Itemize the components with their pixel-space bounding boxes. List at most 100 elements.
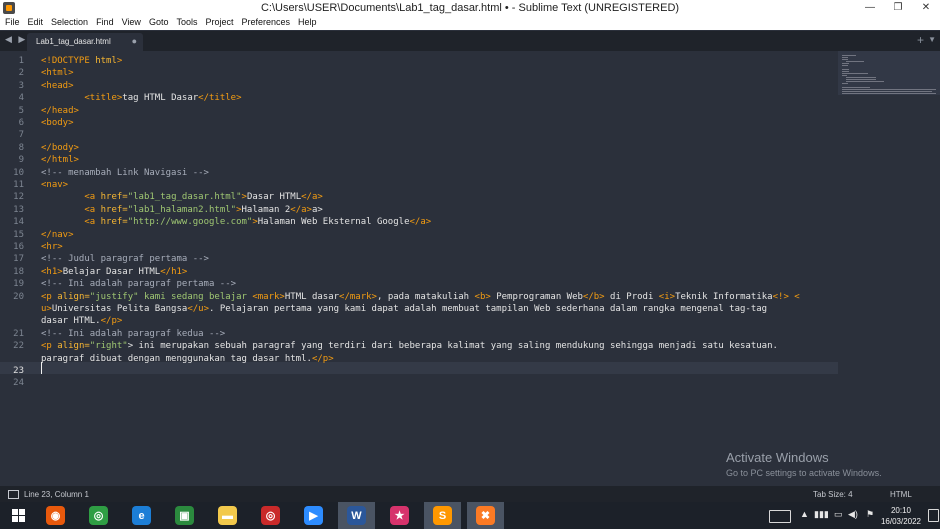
cursor-position[interactable]: Line 23, Column 1	[24, 490, 89, 499]
taskbar-app-firefox[interactable]: ◉	[37, 502, 74, 529]
line-number: 18	[13, 266, 24, 277]
title-bar: C:\Users\USER\Documents\Lab1_tag_dasar.h…	[0, 0, 940, 16]
code-line[interactable]: <a href="lab1_tag_dasar.html">Dasar HTML…	[41, 191, 323, 203]
code-line[interactable]: </body>	[41, 142, 79, 154]
tab-list-chevron-icon[interactable]: ▼	[928, 35, 936, 44]
code-token: href=	[100, 217, 128, 228]
code-line[interactable]: <nav>	[41, 179, 68, 191]
windows-logo-icon	[12, 509, 25, 522]
internet-explorer-icon: e	[132, 506, 151, 525]
code-line[interactable]: dasar HTML.</p>	[41, 315, 122, 327]
battery-icon[interactable]: ▭	[834, 509, 843, 520]
line-number: 20	[13, 291, 24, 302]
code-token: </u>	[187, 304, 209, 314]
menu-file[interactable]: File	[0, 16, 23, 27]
volume-icon[interactable]: ◀)	[848, 509, 858, 520]
taskbar-app-file-explorer[interactable]: ▬	[209, 502, 246, 529]
taskbar-app-word[interactable]: W	[338, 502, 375, 529]
menu-preferences[interactable]: Preferences	[236, 16, 293, 27]
system-clock[interactable]: 20:10 16/03/2022	[877, 505, 925, 527]
code-token: DOCTYPE	[51, 56, 90, 66]
code-token: html	[89, 56, 117, 66]
code-token: <!	[41, 56, 52, 66]
store-icon: ▣	[175, 506, 194, 525]
menu-view[interactable]: View	[117, 16, 144, 27]
taskbar-app-chrome-2[interactable]: ◎	[252, 502, 289, 529]
minimap[interactable]	[838, 51, 940, 95]
code-token: . Pelajaran pertama yang kami dapat adal…	[209, 304, 768, 314]
text-caret	[41, 362, 42, 374]
maximize-button[interactable]: ❐	[884, 0, 912, 16]
tab-size-selector[interactable]: Tab Size: 4	[813, 490, 853, 499]
code-line[interactable]: <!-- Ini adalah paragraf pertama -->	[41, 278, 236, 290]
tab-lab1-tag-dasar[interactable]: Lab1_tag_dasar.html ●	[27, 33, 143, 51]
menu-tools[interactable]: Tools	[171, 16, 200, 27]
taskbar-app-star-app[interactable]: ★	[381, 502, 418, 529]
taskbar-app-internet-explorer[interactable]: e	[123, 502, 160, 529]
code-line[interactable]: <!DOCTYPE html>	[41, 55, 122, 67]
code-token: </mark>	[339, 291, 377, 302]
code-line[interactable]: <p align="justify" kami sedang belajar <…	[41, 291, 800, 303]
taskbar-app-zoom[interactable]: ▶	[295, 502, 332, 529]
taskbar-app-sublime-text[interactable]: S	[424, 502, 461, 529]
code-line[interactable]: </head>	[41, 105, 79, 117]
action-flag-icon[interactable]: ⚑	[866, 509, 874, 520]
code-line[interactable]: <a href="http://www.google.com">Halaman …	[41, 216, 431, 228]
line-number: 8	[18, 142, 24, 153]
code-token: HTML dasar	[284, 291, 340, 302]
menu-goto[interactable]: Goto	[144, 16, 172, 27]
minimize-button[interactable]: —	[856, 0, 884, 16]
window-title: C:\Users\USER\Documents\Lab1_tag_dasar.h…	[260, 2, 680, 14]
menu-edit[interactable]: Edit	[23, 16, 47, 27]
code-token: <p	[41, 341, 58, 352]
code-line[interactable]: <p align="right"> ini merupakan sebuah p…	[41, 340, 778, 352]
code-token: Halaman 2	[241, 204, 291, 215]
code-line[interactable]: <h1>Belajar Dasar HTML</h1>	[41, 266, 187, 278]
code-token: a>	[311, 204, 323, 215]
code-token: </a>	[301, 192, 323, 203]
code-line[interactable]: <!-- menambah Link Navigasi -->	[41, 167, 209, 179]
new-tab-icon[interactable]: +	[917, 33, 924, 47]
taskbar-app-xampp[interactable]: ✖	[467, 502, 504, 529]
tab-nav-arrows-icon[interactable]: ◀ ▶	[5, 34, 27, 45]
code-editor[interactable]: 1 2 3 4 5 6 7 8 9 10 11 12 13 14 15 16 17 18 19 20 21 22 23 24 …	[0, 51, 940, 486]
code-line[interactable]: </nav>	[41, 229, 74, 241]
code-line[interactable]: <html>	[41, 67, 74, 79]
chrome-2-icon: ◎	[261, 506, 280, 525]
code-line[interactable]: paragraf dibuat dengan menggunakan tag d…	[41, 353, 334, 365]
menu-find[interactable]: Find	[91, 16, 117, 27]
sublime-text-icon: S	[433, 506, 452, 525]
code-token: , pada matakuliah	[376, 291, 475, 302]
close-button[interactable]: ✕	[912, 0, 940, 16]
syntax-selector[interactable]: HTML	[890, 490, 912, 499]
menu-project[interactable]: Project	[200, 16, 236, 27]
activate-title: Activate Windows	[726, 450, 829, 465]
code-line[interactable]: u>Universitas Pelita Bangsa</u>. Pelajar…	[41, 303, 767, 315]
code-line[interactable]: <title>tag HTML Dasar</title>	[41, 92, 241, 104]
touch-keyboard-icon[interactable]	[769, 510, 791, 523]
code-token: Teknik Informatika	[675, 291, 773, 302]
menu-selection[interactable]: Selection	[46, 16, 91, 27]
code-token: href=	[100, 204, 128, 215]
tab-dirty-close-icon[interactable]: ●	[132, 36, 137, 46]
code-token: <mark>	[252, 291, 285, 302]
code-line[interactable]: <a href="lab1_halaman2.html">Halaman 2</…	[41, 204, 323, 216]
code-line[interactable]: <head>	[41, 80, 74, 92]
panel-toggle-icon[interactable]	[8, 490, 19, 499]
start-button[interactable]	[0, 502, 37, 529]
taskbar-app-chrome[interactable]: ◎	[80, 502, 117, 529]
code-line[interactable]: <!-- Judul paragraf pertama -->	[41, 253, 209, 265]
notifications-icon[interactable]	[928, 509, 939, 522]
code-line[interactable]: <body>	[41, 117, 74, 129]
tray-overflow-icon[interactable]: ▲	[800, 509, 809, 519]
code-token: "lab1_tag_dasar.html"	[127, 192, 242, 203]
code-token: "justify" kami sedang belajar	[89, 291, 253, 302]
code-line[interactable]: <hr>	[41, 241, 63, 253]
code-line[interactable]: </html>	[41, 154, 79, 166]
code-line[interactable]: <!-- Ini adalah paragraf kedua -->	[41, 328, 225, 340]
code-token: <b>	[474, 291, 491, 302]
taskbar-app-store[interactable]: ▣	[166, 502, 203, 529]
network-signal-icon[interactable]: ▮▮▮	[814, 509, 829, 520]
menu-help[interactable]: Help	[293, 16, 320, 27]
